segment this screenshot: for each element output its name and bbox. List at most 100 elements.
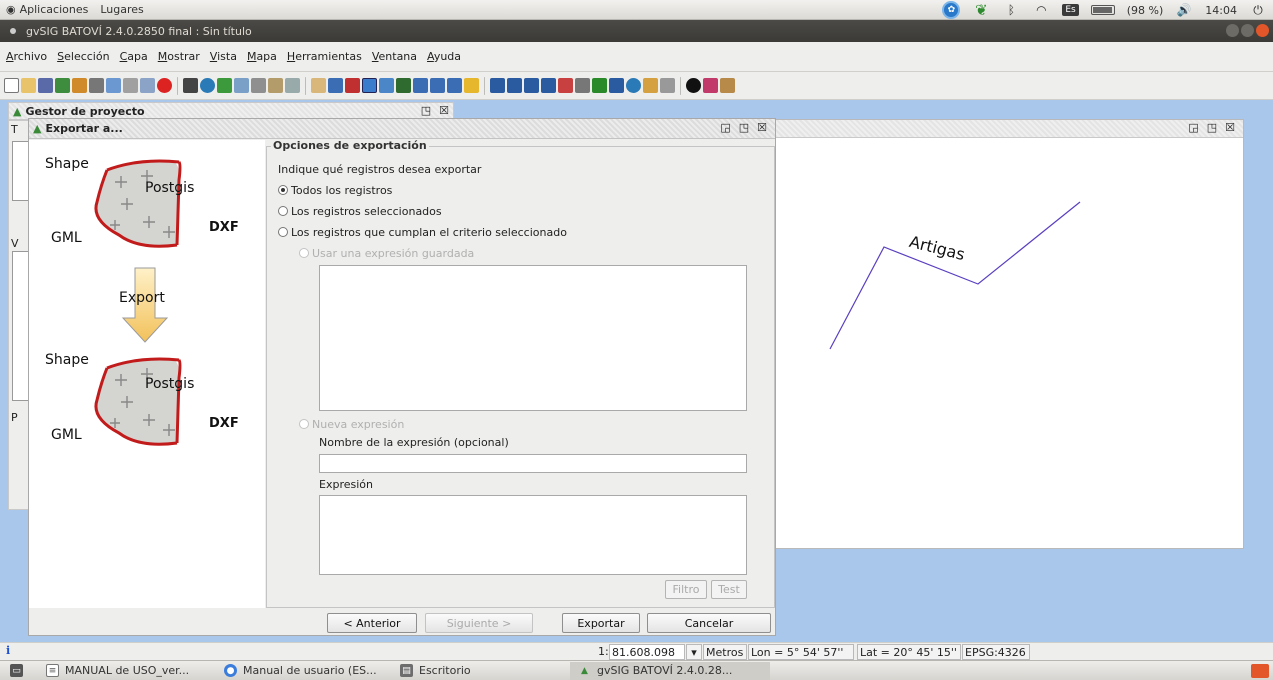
menu-capa[interactable]: Capa: [120, 50, 148, 63]
close-frame-icon[interactable]: ☒: [757, 121, 767, 134]
menu-vista[interactable]: Vista: [210, 50, 237, 63]
menu-ayuda[interactable]: Ayuda: [427, 50, 461, 63]
globe-icon[interactable]: [200, 78, 215, 93]
show-desktop-button[interactable]: ▭: [0, 662, 38, 680]
battery-icon[interactable]: [1090, 5, 1115, 15]
map-canvas[interactable]: [770, 138, 1243, 548]
restore-frame-icon[interactable]: ◲: [720, 121, 730, 134]
radio-all-records[interactable]: Todos los registros: [278, 184, 392, 197]
test-button[interactable]: Test: [711, 580, 747, 599]
zoom-layer-icon[interactable]: [345, 78, 360, 93]
menu-seleccion[interactable]: Selección: [57, 50, 109, 63]
menu-archivo[interactable]: Archivo: [6, 50, 47, 63]
envelope-icon[interactable]: [285, 78, 300, 93]
next-button[interactable]: Siguiente >: [425, 613, 533, 633]
menu-herramientas[interactable]: Herramientas: [287, 50, 362, 63]
window-titlebar: gvSIG BATOVÍ 2.4.0.2850 final : Sin títu…: [0, 20, 1273, 42]
maximize-frame-icon[interactable]: ◳: [1207, 121, 1217, 134]
gvsig-icon: ▲: [581, 665, 588, 676]
select-by-attributes-icon[interactable]: [592, 78, 607, 93]
taskbar-item-browser[interactable]: ● Manual de usuario (ES...: [216, 662, 392, 680]
workspace-switcher[interactable]: [1251, 664, 1269, 678]
select-polygon-icon[interactable]: [524, 78, 539, 93]
locator-icon[interactable]: [464, 78, 479, 93]
radio-criteria-records[interactable]: Los registros que cumplan el criterio se…: [278, 226, 567, 239]
maximize-window-button[interactable]: [1241, 24, 1254, 37]
minimize-window-button[interactable]: [1226, 24, 1239, 37]
cancel-button[interactable]: Cancelar: [647, 613, 771, 633]
close-frame-icon[interactable]: ☒: [1225, 121, 1235, 134]
back-button[interactable]: < Anterior: [327, 613, 417, 633]
crs-field[interactable]: EPSG:4326: [962, 644, 1030, 660]
taskbar-item-gvsig[interactable]: ▲ gvSIG BATOVÍ 2.4.0.28...: [570, 661, 770, 680]
power-icon[interactable]: ⏻: [1249, 2, 1267, 18]
report-icon[interactable]: [140, 78, 155, 93]
measure-icon[interactable]: [703, 78, 718, 93]
taskbar-item-manual[interactable]: ≡ MANUAL de USO_ver...: [38, 662, 216, 680]
zoom-previous-icon[interactable]: [413, 78, 428, 93]
chart-icon[interactable]: [106, 78, 121, 93]
add-layer-icon[interactable]: [55, 78, 70, 93]
pan-hand-icon[interactable]: [311, 78, 326, 93]
menu-mapa[interactable]: Mapa: [247, 50, 277, 63]
tools-icon[interactable]: [183, 78, 198, 93]
select-buffer-icon[interactable]: [575, 78, 590, 93]
zoom-out-icon[interactable]: [379, 78, 394, 93]
table-icon[interactable]: [89, 78, 104, 93]
radio-new-expression[interactable]: Nueva expresión: [299, 418, 404, 431]
restore-frame-icon[interactable]: ◲: [1188, 121, 1198, 134]
leaf-indicator-icon[interactable]: ❦: [972, 1, 990, 19]
stop-icon[interactable]: [157, 78, 172, 93]
wms-icon[interactable]: [234, 78, 249, 93]
keyboard-layout-indicator[interactable]: Es: [1062, 4, 1079, 16]
import-icon[interactable]: [72, 78, 87, 93]
open-project-icon[interactable]: [21, 78, 36, 93]
select-polyline-icon[interactable]: [541, 78, 556, 93]
places-menu[interactable]: Lugares: [100, 3, 143, 16]
wifi-icon[interactable]: ◠: [1032, 2, 1050, 18]
bluetooth-icon[interactable]: ᛒ: [1002, 2, 1020, 18]
expression-textarea[interactable]: [319, 495, 747, 575]
units-field[interactable]: Metros: [703, 644, 747, 660]
print-icon[interactable]: [720, 78, 735, 93]
applications-menu[interactable]: Aplicaciones: [20, 3, 89, 16]
saved-expressions-list[interactable]: [319, 265, 747, 411]
close-window-button[interactable]: [1256, 24, 1269, 37]
zoom-in-icon[interactable]: [362, 78, 377, 93]
scale-input[interactable]: 81.608.098: [609, 644, 685, 660]
layout-icon[interactable]: [123, 78, 138, 93]
geoprocess-icon[interactable]: [626, 78, 641, 93]
expression-name-input[interactable]: [319, 454, 747, 473]
app-indicator-icon[interactable]: ✿: [942, 1, 961, 19]
db-icon[interactable]: [251, 78, 266, 93]
menu-mostrar[interactable]: Mostrar: [158, 50, 200, 63]
save-project-icon[interactable]: [38, 78, 53, 93]
new-project-icon[interactable]: [4, 78, 19, 93]
info-icon[interactable]: [686, 78, 701, 93]
menu-ventana[interactable]: Ventana: [372, 50, 417, 63]
filter-button[interactable]: Filtro: [665, 580, 707, 599]
raster-icon[interactable]: [217, 78, 232, 93]
clock[interactable]: 14:04: [1205, 4, 1237, 17]
maximize-frame-icon[interactable]: ◳: [421, 104, 431, 117]
clear-selection-icon[interactable]: [660, 78, 675, 93]
catalog-icon[interactable]: [268, 78, 283, 93]
zoom-next-icon[interactable]: [430, 78, 445, 93]
close-frame-icon[interactable]: ☒: [439, 104, 449, 117]
hyperlink-icon[interactable]: [643, 78, 658, 93]
radio-saved-expression[interactable]: Usar una expresión guardada: [299, 247, 474, 260]
zoom-select-icon[interactable]: [396, 78, 411, 93]
ubuntu-logo-icon[interactable]: ◉: [6, 3, 16, 16]
filter-icon[interactable]: [609, 78, 624, 93]
select-rect-icon[interactable]: [507, 78, 522, 93]
select-circle-icon[interactable]: [558, 78, 573, 93]
taskbar-item-desktop[interactable]: ▤ Escritorio: [392, 662, 570, 680]
zoom-center-icon[interactable]: [447, 78, 462, 93]
maximize-frame-icon[interactable]: ◳: [739, 121, 749, 134]
export-button[interactable]: Exportar: [562, 613, 640, 633]
scale-dropdown-icon[interactable]: ▾: [686, 644, 702, 660]
zoom-extent-icon[interactable]: [328, 78, 343, 93]
select-pointer-icon[interactable]: [490, 78, 505, 93]
volume-icon[interactable]: 🔊: [1175, 2, 1193, 18]
radio-selected-records[interactable]: Los registros seleccionados: [278, 205, 442, 218]
